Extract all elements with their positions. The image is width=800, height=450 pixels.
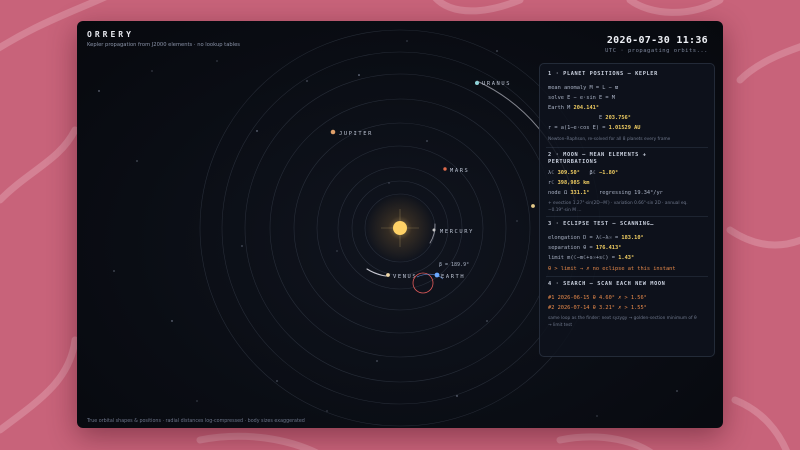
- section-title-planet-positions: 1 · PLANET POSITIONS — KEPLER: [548, 71, 658, 77]
- elongation-label: elongation D = λ☾−λ☉ =: [548, 235, 619, 241]
- radius-value: 1.01529 AU: [608, 125, 641, 131]
- footer-note: True orbital shapes & positions · radial…: [87, 419, 305, 424]
- earth-mean-anomaly: Earth M 204.141°: [548, 105, 599, 111]
- search-note-cont: → limit test: [548, 323, 573, 328]
- planet-mercury[interactable]: MERCURY: [432, 228, 474, 236]
- separation: separation θ = 176.413°: [548, 245, 621, 251]
- kepler-equation: solve E − e·sin E = M: [548, 95, 615, 101]
- moon-beta-value: −1.80°: [599, 170, 619, 176]
- moon-beta-label: β☾: [589, 170, 596, 176]
- panel-divider: [546, 216, 708, 217]
- moon-distance-value: 398,985 km: [557, 180, 590, 186]
- earth-radius: r = a(1−e·cos E) = 1.01529 AU: [548, 125, 641, 131]
- limit-value: 1.43°: [618, 255, 635, 261]
- planet-label-earth: EARTH: [441, 274, 465, 280]
- utc-clock: 2026-07-30 11:36: [606, 35, 708, 46]
- perturbation-note: + evection 1.27°·sin(2D−M′) · variation …: [548, 201, 688, 206]
- planet-label-mercury: MERCURY: [440, 229, 474, 235]
- planet-earth[interactable]: EARTH β = 189.9°: [412, 262, 469, 294]
- newton-raphson-note: Newton–Raphson, re-solved for all 8 plan…: [548, 137, 671, 142]
- moon-lambda-label: λ☾: [548, 170, 555, 176]
- elongation-value: 183.10°: [621, 235, 644, 241]
- planet-saturn[interactable]: [531, 204, 535, 208]
- venus-trail: [366, 268, 387, 277]
- section-title-moon: 2 · MOON — MEAN ELEMENTS +: [548, 152, 647, 158]
- planet-label-jupiter: JUPITER: [339, 131, 373, 137]
- panel-divider: [546, 147, 708, 148]
- search-result-1[interactable]: #1 2026-06-15 θ 4.60° ✗ > 1.56°: [548, 295, 647, 301]
- computation-panel[interactable]: 1 · PLANET POSITIONS — KEPLER mean anoma…: [539, 63, 715, 357]
- eclipse-test-circle: [412, 272, 434, 294]
- planet-mars[interactable]: MARS: [443, 167, 469, 174]
- section-title-search: 4 · SEARCH — SCAN EACH NEW MOON: [548, 281, 666, 287]
- moon-lambda-beta: λ☾ 309.50° β☾ −1.80°: [548, 170, 618, 176]
- elongation: elongation D = λ☾−λ☉ = 183.10°: [548, 235, 644, 241]
- moon-distance-label: r☾: [548, 180, 555, 186]
- app-subtitle: Kepler propagation from J2000 elements ·…: [87, 42, 241, 48]
- earth-m-value: 204.141°: [573, 105, 600, 111]
- search-result-2[interactable]: #2 2026-07-14 θ 3.21° ✗ > 1.55°: [548, 305, 647, 311]
- eclipse-limit: limit m(☾−m☾+s☉+s☾) = 1.43°: [548, 255, 634, 261]
- earth-e-value: 203.756°: [605, 115, 631, 121]
- perturbation-note-cont: −0.19°·sin M …: [548, 208, 582, 213]
- moon-node-value: 331.1°: [570, 190, 590, 196]
- moon-angle-readout: β = 189.9°: [439, 262, 469, 268]
- moon-node-label: node Ω: [548, 190, 568, 196]
- planet-label-mars: MARS: [450, 168, 469, 174]
- panel-divider: [546, 276, 708, 277]
- planet-uranus[interactable]: URANUS: [475, 81, 511, 87]
- node-regression-note: regressing 19.34°/yr: [599, 190, 663, 196]
- eclipse-verdict: θ > limit → ✗ no eclipse at this instant: [548, 266, 676, 272]
- clock-status: UTC · propagating orbits...: [605, 48, 708, 54]
- earth-m-label: Earth M: [548, 105, 571, 111]
- moon-distance: r☾ 398,985 km: [548, 180, 589, 186]
- app-title: ORRERY: [87, 30, 134, 39]
- earth-eccentric-anomaly: E 203.756°: [599, 115, 631, 121]
- orrery-window: URANUS JUPITER MARS MERCURY VENUS EARTH …: [77, 21, 723, 428]
- separation-label: separation θ =: [548, 245, 593, 251]
- earth-e-label: E: [599, 115, 603, 121]
- mean-anomaly-formula: mean anomaly M = L − ϖ: [548, 85, 619, 91]
- planet-jupiter[interactable]: JUPITER: [330, 129, 373, 137]
- section-title-moon-cont: PERTURBATIONS: [548, 159, 598, 165]
- moon-node: node Ω 331.1° regressing 19.34°/yr: [548, 190, 663, 196]
- moon-lambda-value: 309.50°: [557, 170, 580, 176]
- separation-value: 176.413°: [595, 245, 622, 251]
- section-title-eclipse-test: 3 · ECLIPSE TEST — SCANNING…: [548, 221, 655, 227]
- search-note: same loop as the finder: next syzygy → g…: [548, 316, 697, 321]
- radius-formula: r = a(1−e·cos E) =: [548, 125, 606, 131]
- planet-label-uranus: URANUS: [482, 81, 511, 87]
- limit-label: limit m(☾−m☾+s☉+s☾) =: [548, 255, 615, 261]
- sun[interactable]: [393, 221, 407, 235]
